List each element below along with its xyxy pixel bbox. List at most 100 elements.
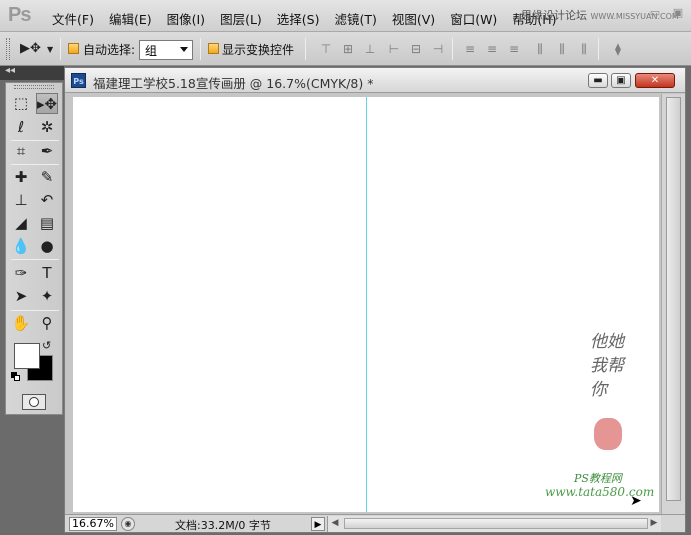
auto-select-label: 自动选择: bbox=[83, 43, 136, 57]
healing-brush-tool-icon[interactable]: ✚ bbox=[10, 167, 32, 188]
align-right-icon[interactable]: ⊣ bbox=[430, 42, 446, 56]
distribute-right-icon[interactable]: ⫼ bbox=[576, 42, 592, 56]
crop-tool-icon[interactable]: ⌗ bbox=[10, 141, 32, 162]
marquee-tool-icon[interactable]: ⬚ bbox=[10, 93, 32, 114]
app-restore-icon[interactable]: ▭ bbox=[646, 6, 664, 22]
move-cursor-icon: ➤ bbox=[630, 493, 642, 509]
watermark-url: WWW.MISSYUAN.COM bbox=[590, 12, 679, 21]
menu-select[interactable]: 选择(S) bbox=[277, 9, 320, 28]
document-window: Ps 福建理工学校5.18宣传画册 @ 16.7%(CMYK/8) * ▬ ▣ … bbox=[64, 67, 686, 533]
brand-watermark: PS教程网 bbox=[574, 472, 622, 485]
vertical-guide[interactable] bbox=[366, 97, 367, 512]
custom-shape-tool-icon[interactable]: ✦ bbox=[36, 286, 58, 307]
default-colors-icon[interactable] bbox=[11, 372, 21, 382]
tool-divider bbox=[11, 259, 59, 260]
tools-panel: ⬚ ▸✥ ℓ ✲ ⌗ ✒ ✚ ✎ ⊥ ↶ ◢ ▤ 💧 ● ✑ T ➤ ✦ ✋ ⚲… bbox=[5, 82, 63, 415]
zoom-level-field[interactable]: 16.67% bbox=[69, 517, 117, 531]
brush-tool-icon[interactable]: ✎ bbox=[36, 167, 58, 188]
distribute-hcenter-icon[interactable]: ⫼ bbox=[554, 42, 570, 56]
photoshop-logo: Ps bbox=[8, 4, 31, 26]
divider bbox=[200, 38, 201, 60]
status-info-icon[interactable]: ◉ bbox=[121, 517, 135, 531]
document-title: 福建理工学校5.18宣传画册 @ 16.7%(CMYK/8) * bbox=[93, 76, 374, 91]
tool-divider bbox=[11, 310, 59, 311]
options-bar: ▶✥ ▼ 自动选择: 组 显示变换控件 ⊤ ⊞ ⊥ ⊢ ⊟ ⊣ ≡ ≡ ≡ ⫼ … bbox=[0, 32, 691, 66]
document-info: 文档:33.2M/0 字节 bbox=[175, 519, 271, 532]
document-titlebar[interactable]: Ps 福建理工学校5.18宣传画册 @ 16.7%(CMYK/8) * ▬ ▣ … bbox=[65, 68, 685, 93]
menu-bar: Ps 文件(F) 编辑(E) 图像(I) 图层(L) 选择(S) 滤镜(T) 视… bbox=[0, 0, 691, 32]
divider bbox=[452, 38, 453, 60]
move-tool-icon[interactable]: ▸✥ bbox=[36, 93, 58, 114]
main-menu: 文件(F) 编辑(E) 图像(I) 图层(L) 选择(S) 滤镜(T) 视图(V… bbox=[52, 9, 571, 28]
quick-mask-icon bbox=[29, 397, 39, 407]
distribute-vcenter-icon[interactable]: ≡ bbox=[484, 42, 500, 56]
align-vcenter-icon[interactable]: ⊞ bbox=[340, 42, 356, 56]
signature-watermark: 他她我帮你 bbox=[590, 332, 624, 400]
distribute-left-icon[interactable]: ⫼ bbox=[532, 42, 548, 56]
distribute-top-icon[interactable]: ≡ bbox=[462, 42, 478, 56]
eraser-tool-icon[interactable]: ◢ bbox=[10, 213, 32, 234]
swap-colors-icon[interactable]: ↺ bbox=[42, 339, 51, 352]
app-close-icon[interactable]: ▣ bbox=[669, 6, 687, 22]
menu-image[interactable]: 图像(I) bbox=[167, 9, 205, 28]
align-bottom-icon[interactable]: ⊥ bbox=[362, 42, 378, 56]
menu-layer[interactable]: 图层(L) bbox=[220, 9, 262, 28]
status-bar: 16.67% ◉ 文档:33.2M/0 字节 ▶ ◀ ▶ bbox=[65, 514, 685, 532]
auto-align-layers-icon[interactable]: ⧫ bbox=[610, 42, 626, 56]
canvas-area[interactable] bbox=[65, 94, 661, 514]
hand-tool-icon[interactable]: ✋ bbox=[10, 313, 32, 334]
tool-divider bbox=[11, 164, 59, 165]
tools-grip[interactable] bbox=[14, 85, 54, 89]
scroll-left-icon[interactable]: ◀ bbox=[328, 516, 342, 531]
auto-select-dropdown[interactable]: 组 bbox=[139, 40, 193, 60]
show-transform-checkbox[interactable] bbox=[208, 43, 219, 54]
scroll-right-icon[interactable]: ▶ bbox=[647, 516, 661, 531]
chevron-down-icon[interactable]: ▼ bbox=[47, 45, 53, 54]
align-hcenter-icon[interactable]: ⊟ bbox=[408, 42, 424, 56]
minimize-button[interactable]: ▬ bbox=[588, 73, 608, 88]
history-brush-tool-icon[interactable]: ↶ bbox=[36, 190, 58, 211]
maximize-button[interactable]: ▣ bbox=[611, 73, 631, 88]
seal-stamp bbox=[594, 418, 622, 450]
gradient-tool-icon[interactable]: ▤ bbox=[36, 213, 58, 234]
show-transform-label: 显示变换控件 bbox=[222, 43, 295, 57]
divider bbox=[598, 38, 599, 60]
quick-mask-button[interactable] bbox=[22, 394, 46, 410]
horizontal-scroll-thumb[interactable] bbox=[344, 518, 648, 529]
zoom-tool-icon[interactable]: ⚲ bbox=[36, 313, 58, 334]
status-menu-arrow-icon[interactable]: ▶ bbox=[311, 517, 325, 531]
document-canvas[interactable] bbox=[73, 97, 659, 512]
menu-window[interactable]: 窗口(W) bbox=[450, 9, 497, 28]
default-bg-square bbox=[14, 375, 20, 381]
collapse-icon[interactable]: ◂◂ bbox=[5, 65, 15, 76]
menu-file[interactable]: 文件(F) bbox=[52, 9, 94, 28]
dodge-tool-icon[interactable]: ● bbox=[36, 236, 58, 257]
options-grip[interactable] bbox=[6, 38, 10, 60]
divider bbox=[305, 38, 306, 60]
blur-tool-icon[interactable]: 💧 bbox=[10, 236, 32, 257]
lasso-tool-icon[interactable]: ℓ bbox=[10, 117, 32, 138]
menu-view[interactable]: 视图(V) bbox=[392, 9, 435, 28]
distribute-bottom-icon[interactable]: ≡ bbox=[506, 42, 522, 56]
horizontal-scrollbar[interactable]: ◀ ▶ bbox=[327, 516, 661, 532]
dropdown-caret-icon bbox=[180, 47, 188, 52]
eyedropper-tool-icon[interactable]: ✒ bbox=[36, 141, 58, 162]
menu-edit[interactable]: 编辑(E) bbox=[109, 9, 152, 28]
type-tool-icon[interactable]: T bbox=[36, 263, 58, 284]
divider bbox=[60, 38, 61, 60]
foreground-color-swatch[interactable] bbox=[14, 343, 40, 369]
vertical-scroll-thumb[interactable] bbox=[666, 97, 681, 501]
close-button[interactable]: ✕ bbox=[635, 73, 675, 88]
menu-filter[interactable]: 滤镜(T) bbox=[334, 9, 376, 28]
align-left-icon[interactable]: ⊢ bbox=[386, 42, 402, 56]
pen-tool-icon[interactable]: ✑ bbox=[10, 263, 32, 284]
align-top-icon[interactable]: ⊤ bbox=[318, 42, 334, 56]
move-tool-preset-icon[interactable]: ▶✥ bbox=[20, 41, 41, 56]
auto-select-checkbox[interactable] bbox=[68, 43, 79, 54]
clone-stamp-tool-icon[interactable]: ⊥ bbox=[10, 190, 32, 211]
path-selection-tool-icon[interactable]: ➤ bbox=[10, 286, 32, 307]
magic-wand-tool-icon[interactable]: ✲ bbox=[36, 117, 58, 138]
auto-select-value: 组 bbox=[145, 44, 158, 58]
vertical-scrollbar[interactable] bbox=[661, 94, 685, 514]
tools-panel-header[interactable]: ◂◂ bbox=[0, 65, 64, 80]
